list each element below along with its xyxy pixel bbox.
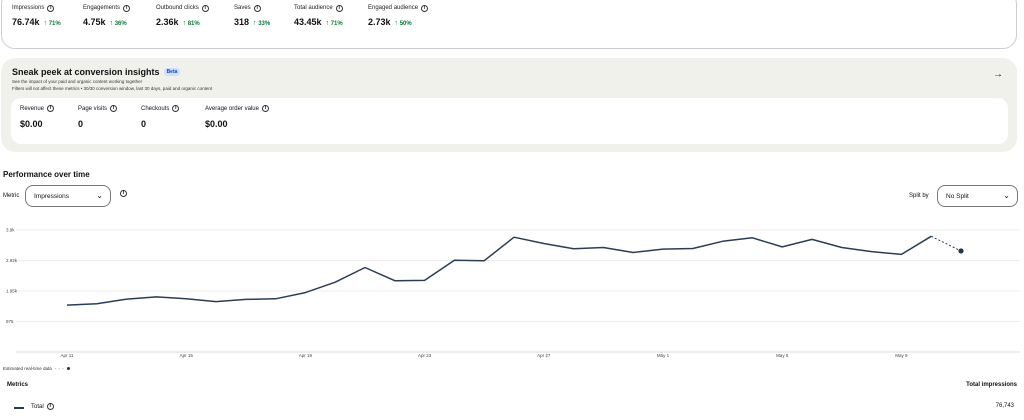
info-icon[interactable]: i	[172, 105, 180, 112]
metric-engagements[interactable]: Engagements i 4.75k ↑ 36%	[83, 4, 131, 27]
conversion-metric-page-visits: Page visits i 0	[78, 105, 118, 129]
metric-value: $0.00	[205, 119, 228, 129]
metric-change: ↑ 33%	[253, 20, 271, 27]
metric-value: 76.74k	[12, 17, 40, 27]
conversion-insights-title: Sneak peek at conversion insights Beta	[12, 67, 181, 77]
metric-select-value: Impressions	[34, 192, 70, 200]
estimated-data-label: Estimated real-time data	[3, 366, 52, 371]
y-tick-label: 3.9k	[6, 228, 15, 233]
dashed-line-icon: - - -	[54, 366, 65, 371]
conversion-insights-card[interactable]: Sneak peek at conversion insights Beta S…	[1, 58, 1017, 152]
series-line-swatch	[14, 407, 24, 409]
metric-change: ↑ 71%	[325, 20, 343, 27]
arrow-up-icon: ↑	[182, 20, 187, 27]
metric-value: 2.73k	[368, 17, 391, 27]
info-icon[interactable]: i	[253, 4, 261, 12]
info-icon[interactable]: i	[120, 190, 127, 197]
metric-label: Revenue	[20, 105, 45, 112]
arrow-up-icon: ↑	[325, 20, 330, 27]
metric-change: ↑ 71%	[43, 20, 61, 27]
arrow-up-icon: ↑	[43, 20, 48, 27]
conversion-insights-subtitle: See the impact of your paid and organic …	[12, 79, 143, 84]
metric-label: Saves	[234, 5, 251, 11]
metric-engaged-audience[interactable]: Engaged audience i 2.73k ↑ 50%	[368, 4, 429, 27]
metric-total-audience[interactable]: Total audience i 43.45k ↑ 71%	[294, 4, 343, 27]
impressions-line-chart[interactable]: 3.9k 2.92k 1.95k 975 Apr 11 Apr 15 Apr 19 Apr 2…	[0, 222, 1024, 362]
performance-title: Performance over time	[3, 170, 90, 179]
info-icon[interactable]: i	[261, 105, 269, 112]
metric-label: Engagements	[83, 5, 121, 11]
series-line-impressions	[66, 235, 932, 306]
info-icon[interactable]: i	[46, 403, 54, 410]
y-tick-label: 975	[6, 319, 14, 324]
info-icon[interactable]: i	[335, 4, 343, 12]
metric-label: Checkouts	[141, 105, 170, 112]
estimate-dot-icon	[67, 367, 71, 370]
metric-select-label: Metric	[3, 193, 20, 199]
metric-value: 43.45k	[294, 17, 322, 27]
metric-label: Outbound clicks	[156, 5, 199, 11]
table-header-metrics: Metrics	[7, 382, 29, 388]
x-tick-label: May 9	[895, 353, 908, 358]
arrow-up-icon: ↑	[253, 20, 257, 27]
metric-change: ↑ 81%	[182, 20, 200, 27]
metric-value: 0	[141, 119, 147, 129]
metric-change: ↑ 50%	[394, 20, 412, 27]
x-tick-label: Apr 15	[180, 353, 194, 358]
estimated-point	[958, 248, 964, 254]
conversion-metrics-panel: Revenue i $0.00 Page visits i 0 Checkouts i…	[11, 98, 1008, 144]
metric-value: 4.75k	[83, 17, 106, 27]
split-by-select[interactable]: No Split ⌄	[937, 185, 1018, 207]
estimated-data-legend: Estimated real-time data - - -	[3, 366, 71, 371]
row-label: Total	[31, 403, 44, 410]
info-icon[interactable]: i	[123, 4, 131, 12]
metric-label: Engaged audience	[368, 5, 419, 11]
info-icon[interactable]: i	[110, 105, 118, 112]
metric-value: 2.36k	[156, 17, 179, 27]
metric-change: ↑ 36%	[109, 20, 127, 27]
y-tick-label: 2.92k	[6, 258, 18, 263]
info-icon[interactable]: i	[201, 4, 209, 12]
metric-label: Impressions	[12, 5, 45, 11]
x-tick-label: Apr 11	[61, 353, 74, 358]
arrow-up-icon: ↑	[394, 20, 399, 27]
conversion-insights-note: Filters will not affect these metrics • …	[12, 86, 213, 91]
conversion-metric-average-order-value: Average order value i $0.00	[205, 105, 269, 129]
x-tick-label: May 5	[776, 353, 789, 358]
metric-value: $0.00	[20, 119, 43, 129]
arrow-right-icon[interactable]: →	[993, 69, 1003, 80]
info-icon[interactable]: i	[421, 4, 429, 12]
metric-value: 318	[234, 17, 250, 27]
summary-metrics-card: Impressions i 76.74k ↑ 71% Engagements i 4.…	[1, 0, 1017, 49]
x-tick-label: Apr 19	[299, 353, 313, 358]
table-row-total: Total i	[31, 403, 54, 410]
row-value: 76,743	[995, 403, 1014, 409]
split-select-label: Split by	[909, 193, 929, 199]
metric-outbound-clicks[interactable]: Outbound clicks i 2.36k ↑ 81%	[156, 4, 209, 27]
metric-value: 0	[78, 119, 84, 129]
metric-select[interactable]: Impressions ⌄	[25, 185, 111, 207]
x-tick-label: May 1	[657, 353, 670, 358]
chevron-down-icon: ⌄	[1003, 191, 1010, 200]
chevron-down-icon: ⌄	[96, 191, 103, 200]
metric-label: Total audience	[294, 5, 333, 11]
split-select-value: No Split	[946, 192, 969, 200]
arrow-up-icon: ↑	[109, 20, 114, 27]
x-tick-label: Apr 23	[418, 353, 432, 358]
x-tick-label: Apr 27	[537, 353, 551, 358]
table-header-total-impressions: Total impressions	[966, 382, 1017, 388]
metric-label: Average order value	[205, 105, 259, 112]
beta-badge: Beta	[163, 68, 181, 76]
metric-saves[interactable]: Saves i 318 ↑ 33%	[234, 4, 270, 27]
info-icon[interactable]: i	[47, 4, 55, 12]
info-icon[interactable]: i	[47, 105, 55, 112]
estimated-segment	[930, 235, 962, 252]
conversion-metric-checkouts: Checkouts i 0	[141, 105, 180, 129]
y-tick-label: 1.95k	[6, 289, 18, 294]
conversion-metric-revenue: Revenue i $0.00	[20, 105, 55, 129]
metric-label: Page visits	[78, 105, 108, 112]
metric-impressions[interactable]: Impressions i 76.74k ↑ 71%	[12, 4, 61, 27]
